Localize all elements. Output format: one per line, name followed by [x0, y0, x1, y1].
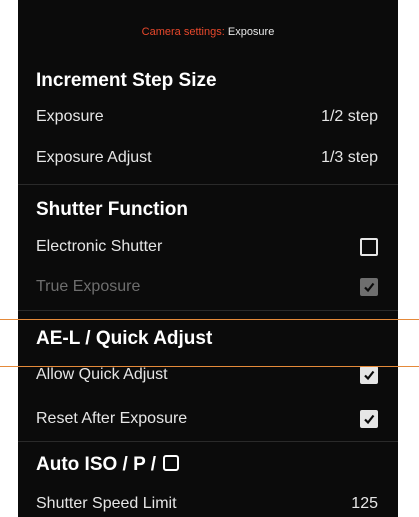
- allow-quick-adjust-checkbox[interactable]: [360, 366, 378, 384]
- check-icon: [364, 282, 375, 293]
- divider: [18, 184, 398, 185]
- setting-label: Exposure: [36, 108, 104, 125]
- square-mode-icon: [163, 455, 180, 471]
- section-title-ael: AE-L / Quick Adjust: [36, 328, 213, 349]
- setting-label: Exposure Adjust: [36, 149, 152, 166]
- setting-row-electronic-shutter[interactable]: Electronic Shutter: [18, 230, 398, 270]
- true-exposure-checkbox: [360, 278, 378, 296]
- auto-iso-title-text: Auto ISO / P /: [36, 454, 156, 475]
- setting-row-true-exposure: True Exposure: [18, 270, 398, 310]
- camera-settings-screen: Camera settings: Exposure Increment Step…: [18, 0, 398, 517]
- setting-row-exposure[interactable]: Exposure 1/2 step: [18, 100, 398, 140]
- setting-label: True Exposure: [36, 278, 141, 295]
- check-icon: [364, 370, 375, 381]
- divider: [18, 310, 398, 311]
- section-title-auto-iso: Auto ISO / P /: [36, 454, 180, 476]
- header-prefix: Camera settings:: [141, 26, 225, 38]
- screen-header: Camera settings: Exposure: [18, 0, 398, 64]
- section-title-increment: Increment Step Size: [36, 70, 217, 91]
- setting-value: 125: [351, 495, 378, 512]
- setting-label: Allow Quick Adjust: [36, 366, 168, 383]
- setting-label: Shutter Speed Limit: [36, 495, 177, 512]
- reset-after-exposure-checkbox[interactable]: [360, 410, 378, 428]
- setting-label: Reset After Exposure: [36, 410, 188, 427]
- divider: [18, 441, 398, 442]
- check-icon: [364, 414, 375, 425]
- setting-row-reset-after-exposure[interactable]: Reset After Exposure: [18, 402, 398, 442]
- section-title-shutter: Shutter Function: [36, 199, 188, 220]
- setting-row-exposure-adjust[interactable]: Exposure Adjust 1/3 step: [18, 141, 398, 181]
- setting-label: Electronic Shutter: [36, 238, 163, 255]
- electronic-shutter-checkbox[interactable]: [360, 238, 378, 256]
- setting-row-shutter-speed-limit[interactable]: Shutter Speed Limit 125: [18, 487, 398, 517]
- header-title: Exposure: [227, 26, 275, 38]
- setting-value: 1/2 step: [321, 108, 378, 125]
- setting-value: 1/3 step: [321, 149, 378, 166]
